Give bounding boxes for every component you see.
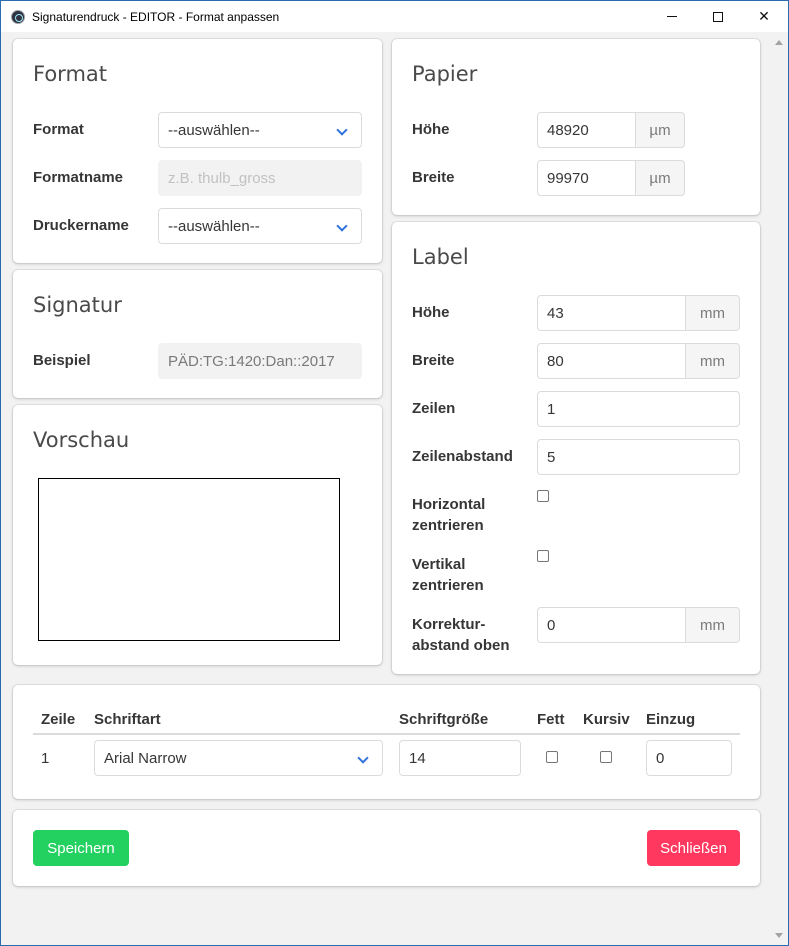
col-header-kursiv: Kursiv — [583, 711, 630, 728]
signatur-card: Signatur Beispiel PÄD:TG:1420:Dan::2017 — [13, 270, 382, 398]
papier-hoehe-label: Höhe — [412, 121, 450, 138]
papier-heading: Papier — [412, 62, 478, 86]
table-header-divider — [33, 733, 740, 735]
korrektur-input[interactable]: 0 — [537, 607, 686, 643]
title-bar: Signaturendruck - EDITOR - Format anpass… — [1, 1, 788, 32]
fett-checkbox[interactable] — [546, 751, 558, 763]
einzug-value: 0 — [656, 749, 665, 767]
druckername-label: Druckername — [33, 217, 129, 234]
format-select-value: --auswählen-- — [168, 121, 260, 139]
label-hoehe-label: Höhe — [412, 304, 450, 321]
formatname-input: z.B. thulb_gross — [158, 160, 362, 196]
schriftgroesse-value: 14 — [409, 749, 426, 767]
format-heading: Format — [33, 62, 108, 86]
papier-card: Papier Höhe 48920 µm Breite 99970 µm — [392, 39, 760, 215]
zeilen-input[interactable]: 1 — [537, 391, 740, 427]
label-card: Label Höhe 43 mm Breite 80 mm Zeilen 1 Z… — [392, 222, 760, 674]
beispiel-field: PÄD:TG:1420:Dan::2017 — [158, 343, 362, 379]
einzug-input[interactable]: 0 — [646, 740, 732, 776]
app-window: Signaturendruck - EDITOR - Format anpass… — [0, 0, 789, 946]
lines-card: Zeile Schriftart Schriftgröße Fett Kursi… — [13, 685, 760, 799]
actions-card: Speichern Schließen — [13, 810, 760, 886]
papier-breite-label: Breite — [412, 169, 455, 186]
papier-hoehe-group: 48920 µm — [537, 112, 685, 148]
schriftgroesse-input[interactable]: 14 — [399, 740, 521, 776]
chevron-down-icon — [336, 124, 348, 136]
vertikal-zentrieren-label-line2: zentrieren — [412, 577, 484, 594]
horizontal-zentrieren-checkbox[interactable] — [537, 490, 549, 502]
label-breite-label: Breite — [412, 352, 455, 369]
maximize-button[interactable] — [695, 1, 741, 32]
schriftart-value: Arial Narrow — [104, 749, 187, 767]
close-button[interactable]: Schließen — [647, 830, 740, 866]
close-icon: ✕ — [758, 8, 770, 24]
close-window-button[interactable]: ✕ — [741, 1, 787, 32]
beispiel-label: Beispiel — [33, 352, 91, 369]
horizontal-zentrieren-label-line2: zentrieren — [412, 517, 484, 534]
col-header-zeile: Zeile — [41, 711, 76, 728]
chevron-down-icon — [357, 752, 369, 764]
label-hoehe-unit: mm — [686, 295, 740, 331]
format-label: Format — [33, 121, 84, 138]
scroll-up-icon[interactable] — [775, 40, 783, 45]
zeilen-value: 1 — [547, 400, 556, 418]
label-breite-unit: mm — [686, 343, 740, 379]
druckername-select-value: --auswählen-- — [168, 217, 260, 235]
korrektur-label-line2: abstand oben — [412, 637, 510, 654]
schriftart-select[interactable]: Arial Narrow — [94, 740, 383, 776]
kursiv-checkbox[interactable] — [600, 751, 612, 763]
col-header-fett: Fett — [537, 711, 565, 728]
zeilen-label: Zeilen — [412, 400, 456, 417]
horizontal-zentrieren-label-line1: Horizontal — [412, 496, 486, 513]
minimize-button[interactable] — [649, 1, 695, 32]
vertikal-zentrieren-label-line1: Vertikal — [412, 556, 466, 573]
label-hoehe-input[interactable]: 43 — [537, 295, 686, 331]
col-header-schriftgroesse: Schriftgröße — [399, 711, 489, 728]
beispiel-value: PÄD:TG:1420:Dan::2017 — [168, 352, 335, 370]
save-button[interactable]: Speichern — [33, 830, 129, 866]
korrektur-group: 0 mm — [537, 607, 740, 643]
formatname-placeholder: z.B. thulb_gross — [168, 169, 276, 187]
zeilenabstand-label: Zeilenabstand — [412, 448, 513, 465]
zeilenabstand-value: 5 — [547, 448, 556, 466]
label-preview — [38, 478, 340, 641]
korrektur-label-line1: Korrektur- — [412, 616, 486, 633]
papier-hoehe-unit: µm — [636, 112, 685, 148]
zeilenabstand-input[interactable]: 5 — [537, 439, 740, 475]
papier-hoehe-input[interactable]: 48920 — [537, 112, 636, 148]
row-zeile: 1 — [41, 750, 50, 767]
window-title: Signaturendruck - EDITOR - Format anpass… — [32, 10, 280, 24]
vertikal-zentrieren-checkbox[interactable] — [537, 550, 549, 562]
druckername-select[interactable]: --auswählen-- — [158, 208, 362, 244]
chevron-down-icon — [336, 220, 348, 232]
label-hoehe-group: 43 mm — [537, 295, 740, 331]
scroll-down-icon[interactable] — [775, 933, 783, 938]
papier-breite-unit: µm — [636, 160, 685, 196]
maximize-icon — [713, 11, 723, 22]
minimize-icon — [667, 16, 677, 17]
format-card: Format Format --auswählen-- Formatname z… — [13, 39, 382, 263]
label-breite-input[interactable]: 80 — [537, 343, 686, 379]
papier-breite-group: 99970 µm — [537, 160, 685, 196]
signatur-heading: Signatur — [33, 293, 122, 317]
korrektur-unit: mm — [686, 607, 740, 643]
vorschau-card: Vorschau — [13, 405, 382, 665]
vorschau-heading: Vorschau — [33, 428, 130, 452]
vertical-scrollbar[interactable] — [771, 33, 788, 945]
label-breite-group: 80 mm — [537, 343, 740, 379]
label-heading: Label — [412, 245, 469, 269]
papier-breite-input[interactable]: 99970 — [537, 160, 636, 196]
formatname-label: Formatname — [33, 169, 124, 186]
col-header-schriftart: Schriftart — [94, 711, 161, 728]
format-select[interactable]: --auswählen-- — [158, 112, 362, 148]
app-icon — [11, 10, 25, 24]
col-header-einzug: Einzug — [646, 711, 696, 728]
